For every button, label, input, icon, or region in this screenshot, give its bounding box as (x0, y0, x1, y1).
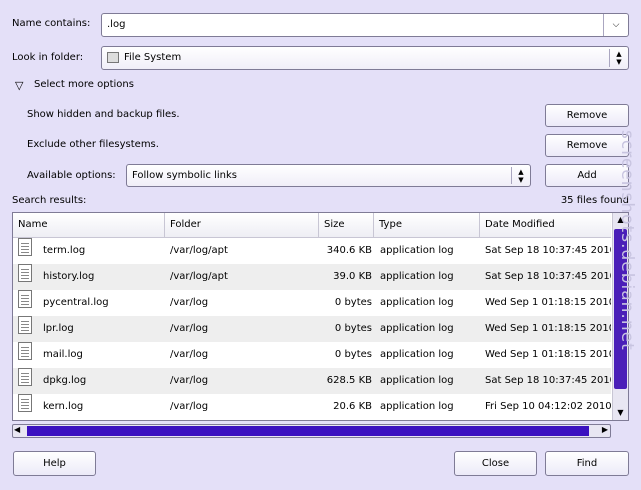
expander-triangle-icon[interactable]: ▽ (15, 79, 23, 92)
file-icon (18, 394, 32, 412)
table-row[interactable]: dpkg.log/var/log 628.5 KB application log S… (13, 368, 611, 394)
file-date: Sat Sep 18 10:37:45 2010 (485, 245, 611, 256)
scroll-right-icon[interactable]: ▶ (602, 424, 608, 436)
file-date: Sat Sep 18 10:37:45 2010 (485, 271, 611, 282)
available-options-combo[interactable]: Follow symbolic links ▲ ▼ (126, 164, 531, 187)
results-list[interactable]: Name Folder Size Type Date Modified term… (12, 212, 629, 421)
scroll-left-icon[interactable]: ◀ (14, 424, 20, 436)
scroll-down-icon[interactable]: ▼ (613, 406, 628, 420)
table-row[interactable]: pycentral.log/var/log 0 bytes application … (13, 290, 611, 316)
look-in-label: Look in folder: (12, 52, 84, 63)
column-type[interactable]: Type (374, 213, 480, 237)
file-folder: /var/log (170, 297, 209, 308)
file-type: application log (380, 323, 454, 334)
name-contains-value: .log (107, 19, 126, 30)
close-button[interactable]: Close (454, 451, 537, 476)
table-row[interactable]: lpr.log/var/log 0 bytes application log Wed… (13, 316, 611, 342)
table-row[interactable]: term.log/var/log/apt 340.6 KB application … (13, 238, 611, 264)
file-size: 39.0 KB (333, 271, 372, 282)
file-name: term.log (43, 245, 86, 256)
file-date: Fri Sep 10 04:12:02 2010 (485, 401, 611, 412)
file-icon (18, 290, 32, 308)
file-size: 0 bytes (334, 349, 372, 360)
file-name: dpkg.log (43, 375, 87, 386)
available-options-value: Follow symbolic links (132, 170, 238, 181)
updown-arrows-icon: ▲ ▼ (511, 167, 530, 184)
file-folder: /var/log (170, 323, 209, 334)
file-size: 628.5 KB (326, 375, 372, 386)
horizontal-scrollbar[interactable]: ◀ ▶ (12, 424, 611, 438)
option-hidden-label: Show hidden and backup files. (27, 109, 180, 120)
file-folder: /var/log (170, 349, 209, 360)
file-icon (18, 316, 32, 334)
look-in-value: File System (124, 52, 182, 63)
option-exclude-label: Exclude other filesystems. (27, 139, 159, 150)
updown-arrows-icon: ▲ ▼ (609, 49, 628, 67)
file-date: Wed Sep 1 01:18:15 2010 (485, 297, 611, 308)
file-icon (18, 264, 32, 282)
dropdown-arrow-icon[interactable]: ⌵ (603, 14, 628, 36)
search-results-label: Search results: (12, 195, 87, 206)
file-icon (18, 238, 32, 256)
table-row[interactable]: history.log/var/log/apt 39.0 KB applicatio… (13, 264, 611, 290)
remove-hidden-button[interactable]: Remove (545, 104, 629, 127)
results-header: Name Folder Size Type Date Modified (13, 213, 611, 238)
file-type: application log (380, 297, 454, 308)
available-options-label: Available options: (27, 170, 116, 181)
column-size[interactable]: Size (319, 213, 374, 237)
file-icon (18, 342, 32, 360)
file-size: 0 bytes (334, 297, 372, 308)
column-date[interactable]: Date Modified (480, 213, 611, 237)
file-icon (18, 368, 32, 386)
file-type: application log (380, 271, 454, 282)
file-type: application log (380, 375, 454, 386)
file-folder: /var/log (170, 375, 209, 386)
file-name: mail.log (43, 349, 83, 360)
name-contains-label: Name contains: (12, 18, 91, 29)
table-row[interactable]: mail.log/var/log 0 bytes application log We… (13, 342, 611, 368)
more-options-expander[interactable]: Select more options (34, 79, 134, 90)
name-contains-input[interactable]: .log ⌵ (101, 13, 629, 37)
file-name: pycentral.log (43, 297, 109, 308)
file-size: 340.6 KB (326, 245, 372, 256)
file-name: history.log (43, 271, 95, 282)
file-date: Wed Sep 1 01:18:15 2010 (485, 323, 611, 334)
column-folder[interactable]: Folder (165, 213, 319, 237)
drive-icon (107, 52, 119, 63)
file-folder: /var/log (170, 401, 209, 412)
look-in-combo[interactable]: File System ▲ ▼ (101, 46, 629, 70)
table-row[interactable]: kern.log/var/log 20.6 KB application log Fr… (13, 394, 611, 420)
file-date: Wed Sep 1 01:18:15 2010 (485, 349, 611, 360)
file-name: lpr.log (43, 323, 74, 334)
file-name: kern.log (43, 401, 84, 412)
help-button[interactable]: Help (13, 451, 96, 476)
file-folder: /var/log/apt (170, 245, 228, 256)
column-name[interactable]: Name (13, 213, 165, 237)
file-type: application log (380, 401, 454, 412)
file-type: application log (380, 349, 454, 360)
file-type: application log (380, 245, 454, 256)
results-rows: term.log/var/log/apt 340.6 KB application … (13, 238, 611, 420)
horizontal-scroll-thumb[interactable] (27, 426, 589, 436)
file-size: 0 bytes (334, 323, 372, 334)
find-button[interactable]: Find (545, 451, 629, 476)
watermark: screenshots.debian.net (617, 130, 637, 351)
file-folder: /var/log/apt (170, 271, 228, 282)
file-size: 20.6 KB (333, 401, 372, 412)
file-date: Sat Sep 18 10:37:45 2010 (485, 375, 611, 386)
